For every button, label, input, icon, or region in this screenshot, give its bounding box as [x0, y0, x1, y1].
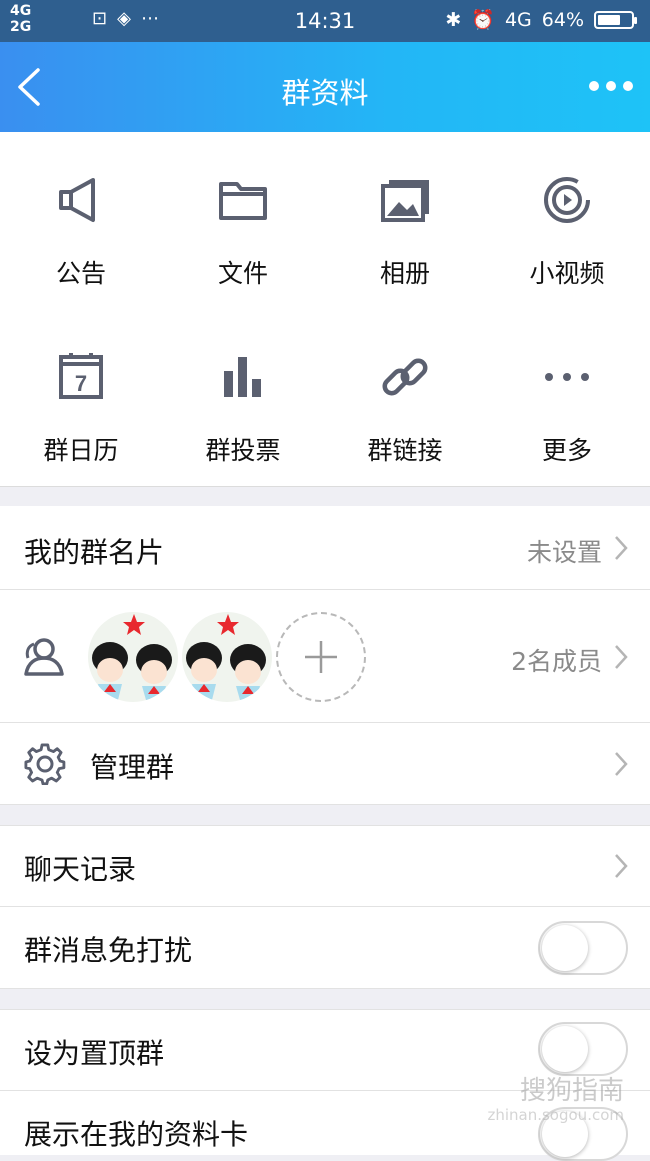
manage-group-row[interactable]: 管理群	[0, 723, 650, 805]
megaphone-icon	[59, 178, 95, 222]
calendar-icon: 7	[59, 353, 103, 399]
bar-chart-icon	[224, 357, 261, 397]
grid-item-label: 更多	[541, 436, 592, 465]
grid-item-announcement[interactable]: 公告	[0, 132, 162, 309]
page-title: 群资料	[281, 76, 369, 110]
pin-group-label: 设为置顶群	[24, 1037, 165, 1070]
grid-item-vote[interactable]: 群投票	[162, 309, 324, 486]
feature-grid: 公告 文件 相册 小视频 7 群日历 群投票 群链接 更多	[0, 132, 650, 487]
member-avatar[interactable]	[182, 612, 272, 702]
my-group-card-value: 未设置	[526, 538, 602, 567]
chat-history-row[interactable]: 聊天记录	[0, 825, 650, 907]
grid-item-label: 群投票	[205, 436, 281, 465]
manage-group-label: 管理群	[90, 751, 175, 784]
grid-item-files[interactable]: 文件	[162, 132, 324, 309]
grid-item-link[interactable]: 群链接	[324, 309, 486, 486]
link-icon	[382, 358, 428, 396]
photo-album-icon	[381, 180, 429, 222]
grid-item-album[interactable]: 相册	[324, 132, 486, 309]
member-count: 2名成员	[511, 647, 602, 676]
grid-item-label: 相册	[379, 259, 430, 288]
my-group-card-row[interactable]: 我的群名片 未设置	[0, 506, 650, 590]
battery-icon	[594, 10, 637, 29]
do-not-disturb-toggle[interactable]	[538, 921, 628, 975]
show-on-profile-label: 展示在我的资料卡	[24, 1118, 249, 1151]
chevron-right-icon	[615, 645, 628, 669]
plus-icon	[305, 641, 337, 673]
watermark-url: zhinan.sogou.com	[487, 1106, 624, 1124]
nav-bar: 群资料	[0, 42, 650, 132]
members-row[interactable]: 2名成员	[0, 590, 650, 723]
chevron-right-icon	[615, 752, 628, 776]
chat-history-label: 聊天记录	[24, 853, 137, 886]
member-avatar[interactable]	[88, 612, 178, 702]
grid-item-more[interactable]: 更多	[486, 309, 648, 486]
status-right: ✱ ⏰ 4G 64%	[445, 8, 637, 31]
gear-icon	[24, 743, 66, 785]
grid-item-calendar[interactable]: 7 群日历	[0, 309, 162, 486]
do-not-disturb-label: 群消息免打扰	[24, 934, 193, 967]
grid-item-label: 公告	[55, 259, 106, 288]
grid-item-label: 群日历	[43, 436, 119, 465]
pin-group-toggle[interactable]	[538, 1022, 628, 1076]
more-dots-icon[interactable]	[586, 74, 636, 98]
members-icon	[24, 638, 64, 676]
chevron-right-icon	[615, 536, 628, 560]
status-bar: 4G 2G ⊡◈⋯ 14:31 ✱ ⏰ 4G 64%	[0, 0, 650, 42]
do-not-disturb-row: 群消息免打扰	[0, 907, 650, 989]
bluetooth-icon: ✱	[445, 8, 462, 31]
my-group-card-label: 我的群名片	[24, 536, 165, 569]
grid-item-label: 小视频	[529, 259, 605, 288]
folder-icon	[219, 182, 267, 220]
calendar-day-number: 7	[75, 371, 87, 396]
video-play-icon	[544, 177, 590, 223]
grid-item-label: 文件	[217, 259, 268, 288]
alarm-icon: ⏰	[471, 9, 495, 31]
watermark-logo: 搜狗指南	[519, 1076, 624, 1106]
network-label: 4G	[504, 8, 532, 31]
more-horizontal-icon	[545, 373, 589, 381]
chevron-right-icon	[615, 854, 628, 878]
grid-item-short-video[interactable]: 小视频	[486, 132, 648, 309]
battery-percent: 64%	[541, 8, 584, 31]
add-member-button[interactable]	[276, 612, 366, 702]
grid-item-label: 群链接	[367, 436, 443, 465]
